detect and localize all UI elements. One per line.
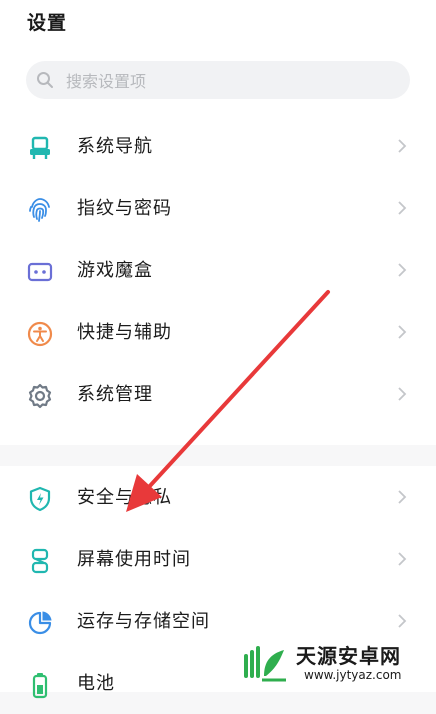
settings-item-system-navigation[interactable]: 系统导航 bbox=[0, 115, 436, 177]
fingerprint-icon bbox=[29, 198, 50, 222]
settings-item-label: 系统管理 bbox=[77, 384, 153, 405]
battery-icon bbox=[32, 673, 48, 699]
watermark-title: 天源安卓网 bbox=[296, 644, 401, 668]
search-input[interactable] bbox=[64, 61, 398, 101]
settings-item-shortcuts-accessibility[interactable]: 快捷与辅助 bbox=[0, 301, 436, 363]
chevron-right-icon bbox=[398, 387, 407, 401]
chevron-right-icon bbox=[398, 614, 407, 628]
chevron-right-icon bbox=[398, 490, 407, 504]
watermark: 天源安卓网 www.jytyaz.com bbox=[236, 636, 436, 692]
settings-item-fingerprint-password[interactable]: 指纹与密码 bbox=[0, 177, 436, 239]
watermark-url: www.jytyaz.com bbox=[304, 668, 402, 682]
settings-item-label: 指纹与密码 bbox=[77, 198, 172, 219]
hourglass-icon bbox=[31, 548, 49, 574]
settings-item-label: 屏幕使用时间 bbox=[77, 549, 191, 570]
chevron-right-icon bbox=[398, 263, 407, 277]
navigation-icon bbox=[30, 136, 50, 159]
settings-item-security-privacy[interactable]: 安全与隐私 bbox=[0, 466, 436, 528]
watermark-logo-icon bbox=[244, 646, 286, 682]
settings-item-label: 游戏魔盒 bbox=[77, 260, 153, 281]
chevron-right-icon bbox=[398, 139, 407, 153]
storage-pie-icon bbox=[28, 611, 52, 635]
accessibility-icon bbox=[27, 321, 53, 347]
search-icon bbox=[37, 72, 53, 88]
chevron-right-icon bbox=[398, 552, 407, 566]
settings-header: 设置 bbox=[0, 0, 436, 115]
settings-item-screen-time[interactable]: 屏幕使用时间 bbox=[0, 528, 436, 590]
settings-item-label: 运存与存储空间 bbox=[77, 611, 210, 632]
settings-item-label: 快捷与辅助 bbox=[77, 322, 172, 343]
chevron-right-icon bbox=[398, 325, 407, 339]
page-title: 设置 bbox=[27, 12, 68, 34]
search-bar[interactable] bbox=[26, 61, 410, 101]
chevron-right-icon bbox=[398, 201, 407, 215]
shield-icon bbox=[29, 486, 51, 512]
gear-icon bbox=[28, 383, 52, 409]
settings-item-label: 系统导航 bbox=[77, 136, 153, 157]
settings-item-label: 电池 bbox=[77, 673, 115, 694]
settings-item-game-box[interactable]: 游戏魔盒 bbox=[0, 239, 436, 301]
settings-group-system: 系统导航 指纹与密码 游戏魔盒 快捷与辅助 系统管理 bbox=[0, 115, 436, 445]
settings-item-label: 安全与隐私 bbox=[77, 487, 172, 508]
game-box-icon bbox=[27, 262, 53, 282]
settings-item-system-management[interactable]: 系统管理 bbox=[0, 363, 436, 425]
